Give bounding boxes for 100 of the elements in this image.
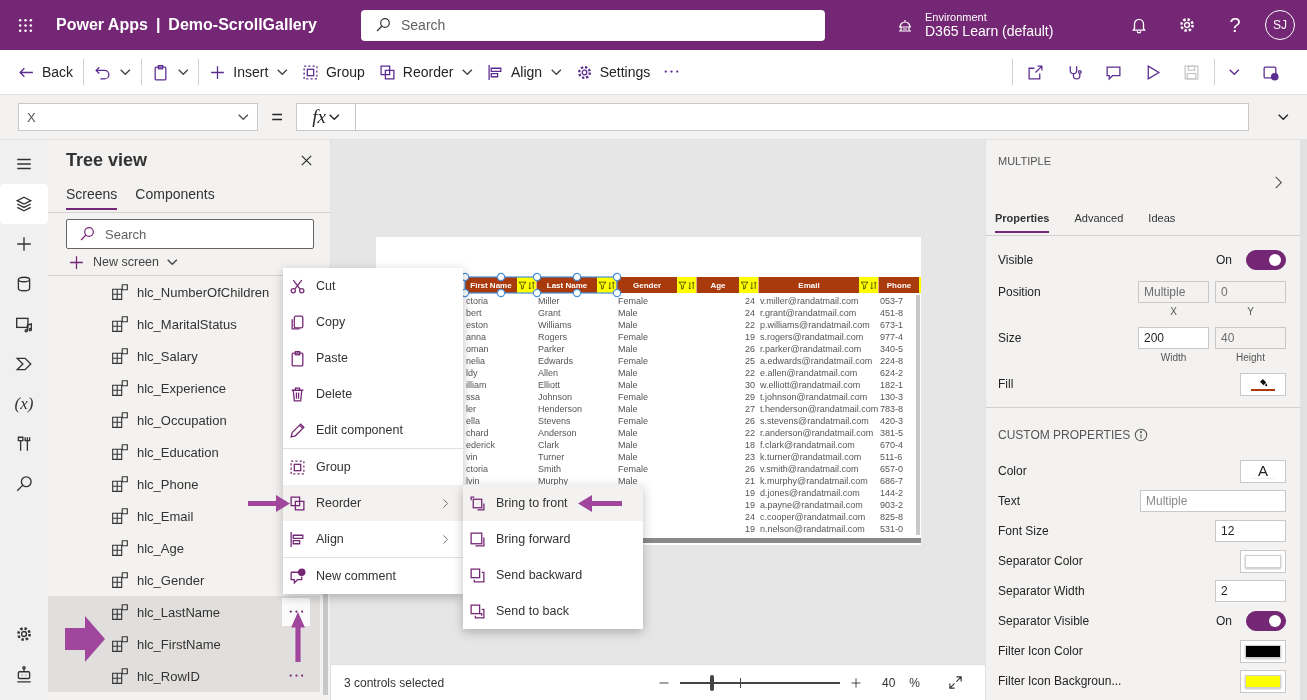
color-picker[interactable] bbox=[1240, 669, 1286, 693]
insert-button[interactable]: Insert bbox=[203, 56, 294, 88]
column-header[interactable]: Age bbox=[697, 277, 759, 293]
filter-sort-icon[interactable] bbox=[859, 277, 878, 293]
value-field[interactable]: 200 bbox=[1138, 327, 1209, 349]
gallery-cell-text: Parker bbox=[537, 343, 566, 355]
color-picker[interactable] bbox=[1240, 549, 1286, 573]
gallery-cell-text: 053-7 bbox=[879, 295, 905, 307]
search-field[interactable]: Search bbox=[361, 9, 825, 41]
color-picker[interactable] bbox=[1240, 639, 1286, 663]
gallery-cell-text: ctoria bbox=[465, 463, 489, 475]
filter-sort-icon[interactable] bbox=[739, 277, 758, 293]
menu-item[interactable]: Reorder bbox=[283, 485, 463, 521]
property-label: Visible bbox=[998, 253, 1035, 267]
property-label: Font Size bbox=[998, 524, 1050, 538]
tree-item[interactable]: hlc_Salary bbox=[111, 344, 198, 368]
menu-item[interactable]: Edit component bbox=[283, 412, 463, 448]
column-header[interactable]: Email bbox=[759, 277, 879, 293]
tree-item[interactable]: hlc_Education bbox=[111, 440, 219, 464]
gallery-cell-text: 22 bbox=[744, 427, 756, 439]
gallery-cell-text: 825-8 bbox=[879, 511, 905, 523]
menu-item[interactable]: Send to back bbox=[463, 593, 643, 629]
gallery-cell-text: 130-3 bbox=[879, 391, 905, 403]
gallery-cell-text: 224-8 bbox=[879, 355, 905, 367]
group-button[interactable]: Group bbox=[295, 56, 371, 88]
tree-item[interactable]: hlc_NumberOfChildren bbox=[111, 280, 270, 304]
tab[interactable]: Advanced bbox=[1074, 205, 1124, 233]
menu-item[interactable]: Group bbox=[283, 449, 463, 485]
formula-field[interactable] bbox=[356, 103, 1249, 131]
menu-item[interactable]: Align bbox=[283, 521, 463, 557]
layers-nav-button[interactable] bbox=[0, 184, 48, 224]
align-button[interactable]: Align bbox=[480, 56, 568, 88]
gallery-icon bbox=[111, 315, 129, 333]
property-dropdown[interactable]: X bbox=[18, 103, 258, 131]
selection-frame[interactable] bbox=[460, 273, 622, 297]
gallery-cell-text: 182-1 bbox=[879, 379, 905, 391]
gallery-cell-text: lvin bbox=[465, 475, 481, 487]
color-picker[interactable]: A bbox=[1240, 459, 1286, 483]
value-field[interactable]: 2 bbox=[1215, 580, 1286, 602]
column-header[interactable]: Gender bbox=[617, 277, 697, 293]
tab[interactable]: Components bbox=[135, 180, 215, 210]
fill-picker[interactable] bbox=[1240, 372, 1286, 396]
tree-item[interactable]: hlc_Email bbox=[111, 504, 194, 528]
trash-icon bbox=[289, 385, 306, 403]
gallery-cell-text: Female bbox=[617, 295, 649, 307]
gallery-cell-text: Clark bbox=[537, 439, 560, 451]
gallery-icon bbox=[111, 347, 129, 365]
variables-nav-button[interactable]: (x) bbox=[0, 384, 48, 424]
search-icon bbox=[15, 475, 33, 493]
tree-item[interactable]: hlc_Age bbox=[111, 536, 184, 560]
menu-item[interactable]: Bring to front bbox=[463, 485, 643, 521]
tree-item[interactable]: hlc_Gender bbox=[111, 568, 205, 592]
tab[interactable]: Screens bbox=[66, 180, 118, 210]
toggle-switch[interactable] bbox=[1246, 250, 1286, 270]
environment-name[interactable]: D365 Learn (default) bbox=[925, 23, 1054, 39]
menu-item[interactable]: Bring forward bbox=[463, 521, 643, 557]
filter-sort-icon[interactable] bbox=[677, 277, 696, 293]
fit-screen-button[interactable] bbox=[948, 675, 963, 690]
function-button[interactable]: fx bbox=[296, 103, 356, 131]
column-header[interactable]: Phone bbox=[879, 277, 921, 293]
menu-item[interactable]: Paste bbox=[283, 340, 463, 376]
text-field[interactable]: Multiple bbox=[1140, 490, 1286, 512]
gallery-cell-text: 451-8 bbox=[879, 307, 905, 319]
chevron-down-icon bbox=[120, 69, 131, 75]
tree-item[interactable]: hlc_Experience bbox=[111, 376, 226, 400]
gallery-cell-text: v.smith@randatmail.com bbox=[759, 463, 860, 475]
gallery-icon bbox=[111, 283, 129, 301]
toggle-state-label: On bbox=[1216, 614, 1232, 628]
tab[interactable]: Ideas bbox=[1148, 205, 1176, 233]
zoom-in-button[interactable] bbox=[849, 676, 862, 689]
menu-item[interactable]: New comment bbox=[283, 558, 463, 594]
gallery-cell-text: 420-3 bbox=[879, 415, 905, 427]
gallery-cell-text: 19 bbox=[744, 331, 756, 343]
gallery-cell-text: Male bbox=[617, 451, 639, 463]
gallery-cell-text: Rogers bbox=[537, 331, 568, 343]
menu-item[interactable]: Delete bbox=[283, 376, 463, 412]
value-field[interactable]: 12 bbox=[1215, 520, 1286, 542]
gallery-cell-text: oman bbox=[465, 343, 490, 355]
toggle-switch[interactable] bbox=[1246, 611, 1286, 631]
tree-item[interactable]: hlc_Occupation bbox=[111, 408, 227, 432]
gallery-cell-text: 511-6 bbox=[879, 451, 904, 463]
help-button[interactable]: ? bbox=[1211, 0, 1259, 50]
tree-item[interactable]: hlc_MaritalStatus bbox=[111, 312, 237, 336]
gallery-cell-text: 25 bbox=[744, 355, 756, 367]
gallery-cell-text: 18 bbox=[744, 439, 756, 451]
gallery-cell-text: a.edwards@randatmail.com bbox=[759, 355, 874, 367]
slider-thumb[interactable] bbox=[709, 674, 714, 691]
tab[interactable]: Properties bbox=[995, 205, 1050, 233]
more-icon bbox=[664, 70, 680, 74]
settings-button[interactable]: Settings bbox=[569, 56, 657, 88]
tree-item[interactable]: hlc_Phone bbox=[111, 472, 199, 496]
back-button[interactable]: Back bbox=[12, 56, 80, 88]
search-field[interactable]: Search bbox=[66, 219, 314, 249]
menu-item[interactable]: Copy bbox=[283, 304, 463, 340]
zoom-slider[interactable] bbox=[679, 674, 840, 691]
menu-item[interactable]: Send backward bbox=[463, 557, 643, 593]
gallery-cell-text: illiam bbox=[465, 379, 488, 391]
gallery-cell-text: ctoria bbox=[465, 295, 489, 307]
tools-icon bbox=[15, 435, 33, 453]
reorder-button[interactable]: Reorder bbox=[372, 56, 479, 88]
